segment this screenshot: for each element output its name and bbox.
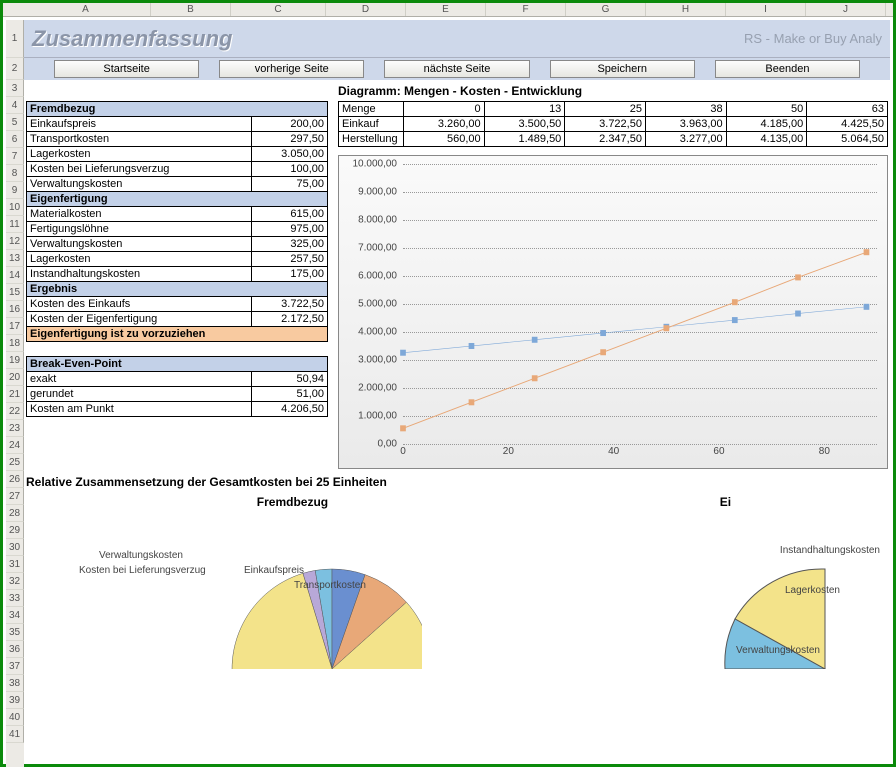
eigen-header: Eigenfertigung (27, 192, 328, 207)
row-number-gutter: 12 345678910 11121314151617181920 212223… (6, 20, 24, 767)
start-button[interactable]: Startseite (54, 60, 199, 78)
ergebnis-header: Ergebnis (27, 282, 328, 297)
relative-composition-header: Relative Zusammensetzung der Gesamtkoste… (24, 469, 890, 491)
title-bar: Zusammenfassung RS - Make or Buy Analy (24, 20, 890, 58)
save-button[interactable]: Speichern (550, 60, 695, 78)
bep-header: Break-Even-Point (27, 357, 328, 372)
col-B: B (151, 3, 231, 16)
col-C: C (231, 3, 326, 16)
pie-left-chart (162, 539, 422, 669)
summary-table: Fremdbezug Einkaufspreis200,00 Transport… (26, 101, 328, 417)
col-F: F (486, 3, 566, 16)
pie-row: Fremdbezug Einkaufspreis Transportkosten… (24, 495, 890, 672)
app-subtitle: RS - Make or Buy Analy (744, 31, 882, 46)
page-title: Zusammenfassung (32, 26, 233, 52)
data-table: Menge 0 13 25 38 50 63 Einkauf 3.260,00 … (338, 101, 888, 147)
fremdbezug-header: Fremdbezug (27, 102, 328, 117)
col-D: D (326, 3, 406, 16)
next-page-button[interactable]: nächste Seite (384, 60, 529, 78)
col-H: H (646, 3, 726, 16)
diagram-title: Diagramm: Mengen - Kosten - Entwicklung (338, 84, 888, 101)
toolbar: Startseite vorherige Seite nächste Seite… (24, 58, 890, 80)
column-header-row: A B C D E F G H I J (3, 3, 893, 17)
pie-left-title: Fremdbezug (24, 495, 561, 509)
col-A: A (21, 3, 151, 16)
pie-right-title: Ei (561, 495, 890, 509)
result-highlight: Eigenfertigung ist zu vorzuziehen (27, 327, 328, 342)
quit-button[interactable]: Beenden (715, 60, 860, 78)
line-chart: 0,001.000,002.000,003.000,004.000,005.00… (338, 155, 888, 469)
col-J: J (806, 3, 886, 16)
prev-page-button[interactable]: vorherige Seite (219, 60, 364, 78)
col-G: G (566, 3, 646, 16)
col-E: E (406, 3, 486, 16)
col-I: I (726, 3, 806, 16)
